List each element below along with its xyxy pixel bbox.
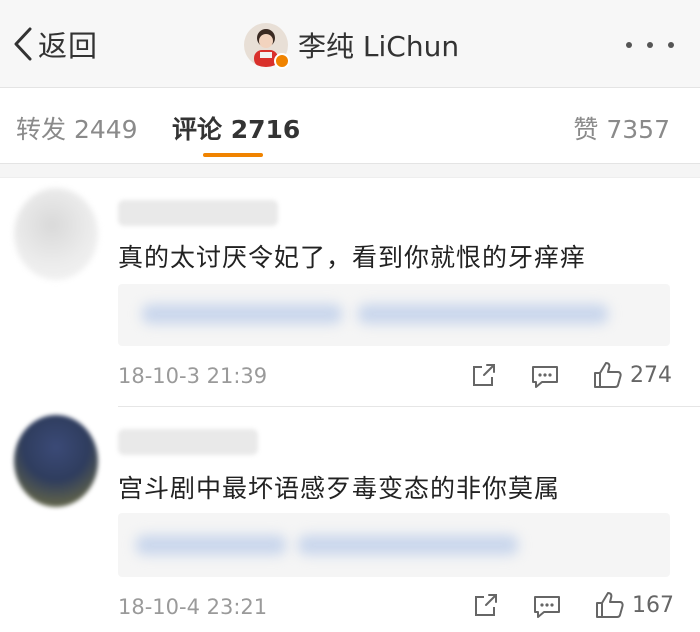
back-label: 返回 — [38, 29, 99, 63]
like-button[interactable]: 167 — [594, 590, 674, 620]
commenter-name[interactable] — [118, 200, 278, 226]
tab-comments[interactable]: 评论 2716 — [172, 110, 300, 146]
share-icon — [473, 364, 495, 386]
active-tab-indicator — [203, 153, 263, 157]
commenter-avatar[interactable] — [14, 188, 98, 280]
quoted-text-blurred — [136, 535, 286, 555]
comment-text: 真的太讨厌令妃了，看到你就恨的牙痒痒 — [118, 243, 587, 272]
reply-icon — [532, 366, 558, 388]
like-count: 274 — [630, 362, 672, 388]
comment-text: 宫斗剧中最坏语感歹毒变态的非你莫属 — [118, 474, 561, 503]
tab-reposts[interactable]: 转发 2449 — [16, 110, 138, 146]
reply-button[interactable] — [532, 594, 562, 620]
more-icon — [647, 42, 653, 48]
comment-item: 真的太讨厌令妃了，看到你就恨的牙痒痒 18-10-3 21:39 274 — [0, 178, 700, 406]
avatar[interactable] — [244, 23, 290, 69]
share-button[interactable] — [470, 363, 498, 389]
navbar: 返回 李纯 LiChun — [0, 0, 700, 88]
reply-button[interactable] — [530, 364, 560, 390]
quoted-text-blurred — [298, 535, 518, 555]
comment-item: 宫斗剧中最坏语感歹毒变态的非你莫属 18-10-4 23:21 167 — [0, 407, 700, 632]
verified-icon — [274, 53, 290, 69]
reply-icon — [534, 596, 560, 618]
quoted-text-blurred — [142, 304, 342, 324]
page-title: 李纯 LiChun — [298, 30, 460, 63]
tab-bar: 转发 2449 评论 2716 赞 7357 — [0, 88, 700, 164]
quoted-reply[interactable] — [118, 284, 670, 346]
section-gap — [0, 164, 700, 178]
thumbs-up-icon — [594, 362, 622, 388]
thumbs-up-icon — [596, 592, 624, 618]
like-count: 167 — [632, 592, 674, 618]
comment-timestamp: 18-10-4 23:21 — [118, 595, 268, 619]
share-icon — [475, 594, 497, 616]
chevron-left-icon — [14, 27, 32, 61]
back-button[interactable]: 返回 — [12, 24, 98, 64]
commenter-avatar[interactable] — [14, 415, 98, 507]
comment-timestamp: 18-10-3 21:39 — [118, 364, 268, 388]
more-button[interactable] — [626, 30, 674, 60]
commenter-name[interactable] — [118, 429, 258, 455]
profile-title[interactable]: 李纯 LiChun — [244, 22, 460, 69]
tab-likes[interactable]: 赞 7357 — [573, 110, 670, 146]
like-button[interactable]: 274 — [592, 360, 672, 390]
quoted-text-blurred — [358, 304, 608, 324]
more-icon — [668, 42, 674, 48]
more-icon — [626, 42, 632, 48]
quoted-reply[interactable] — [118, 513, 670, 577]
share-button[interactable] — [472, 593, 500, 619]
